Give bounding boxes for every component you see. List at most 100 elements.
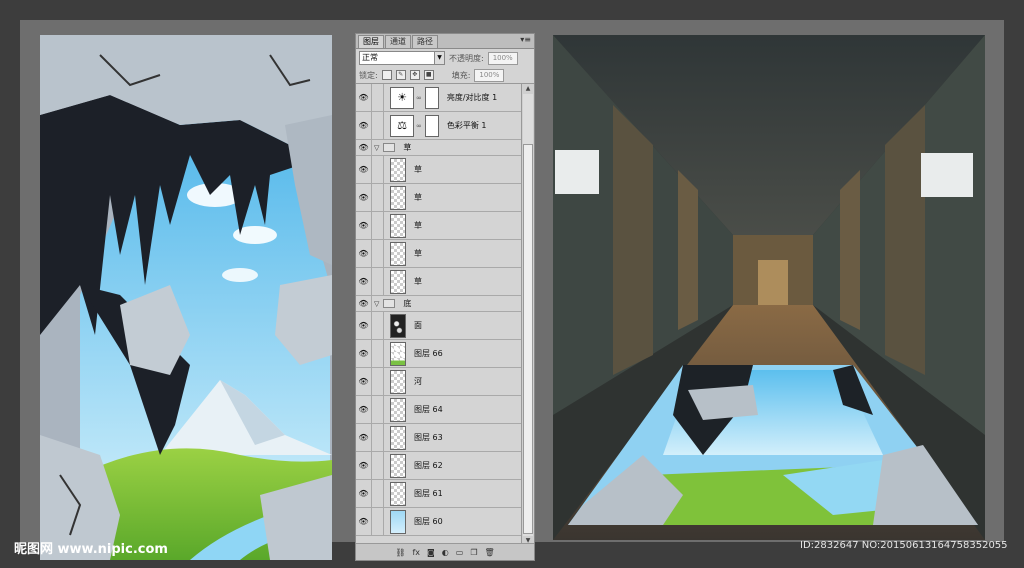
lock-transparency-icon[interactable] <box>381 70 392 80</box>
eye-icon[interactable]: 👁 <box>356 84 372 111</box>
image-id-text: ID:2832647 NO:20150613164758352055 <box>800 540 1008 551</box>
folder-icon <box>383 299 396 308</box>
layer-thumbnail <box>390 157 406 182</box>
layer-group-row[interactable]: 👁 ▽ 草 <box>356 140 522 156</box>
layer-row[interactable]: 👁 ⚖ ∞ 色彩平衡 1 <box>356 112 522 140</box>
layer-row[interactable]: 👁 图层 63 <box>356 424 522 452</box>
lock-move-icon[interactable]: ✥ <box>409 70 420 80</box>
layer-name: 图层 62 <box>414 461 443 470</box>
fill-field[interactable]: 100% <box>474 68 505 82</box>
tab-channels[interactable]: 通道 <box>385 35 411 48</box>
layer-thumbnail <box>390 341 406 366</box>
opacity-field[interactable]: 100% <box>487 51 518 65</box>
lock-label: 锁定: <box>359 70 378 80</box>
chain-icon: ∞ <box>416 121 422 130</box>
layer-name: 色彩平衡 1 <box>446 121 487 130</box>
expand-triangle-icon[interactable]: ▽ <box>374 144 379 152</box>
layer-row[interactable]: 👁 图层 64 <box>356 396 522 424</box>
layer-group-row[interactable]: 👁 ▽ 底 <box>356 296 522 312</box>
layer-row[interactable]: 👁 图层 60 <box>356 508 522 536</box>
eye-icon[interactable]: 👁 <box>356 396 372 423</box>
eye-icon[interactable]: 👁 <box>356 112 372 139</box>
lock-paint-icon[interactable]: ✎ <box>395 70 406 80</box>
layer-row[interactable]: 👁 图层 61 <box>356 480 522 508</box>
layer-row[interactable]: 👁 草 <box>356 268 522 296</box>
layer-name: 图层 60 <box>414 517 443 526</box>
layer-row[interactable]: 👁 草 <box>356 240 522 268</box>
eye-icon[interactable]: 👁 <box>356 340 372 367</box>
mask-icon[interactable]: ◙ <box>427 548 435 557</box>
layers-list: 👁 ☀ ∞ 亮度/对比度 1 👁 ⚖ ∞ 色彩平衡 1 👁 ▽ 草 👁 草 👁 <box>356 84 522 546</box>
layer-row[interactable]: 👁 面 <box>356 312 522 340</box>
panel-tabs: 图层 通道 路径 ▾≡ <box>356 34 534 49</box>
eye-icon[interactable]: 👁 <box>356 296 372 311</box>
eye-icon[interactable]: 👁 <box>356 156 372 183</box>
layer-mask-thumbnail <box>424 114 439 137</box>
balance-icon: ⚖ <box>390 114 414 137</box>
eye-icon[interactable]: 👁 <box>356 480 372 507</box>
eye-icon[interactable]: 👁 <box>356 140 372 155</box>
blend-row: 正常 ▼ 不透明度: 100% <box>356 49 534 67</box>
eye-icon[interactable]: 👁 <box>356 312 372 339</box>
eye-icon[interactable]: 👁 <box>356 424 372 451</box>
layer-thumbnail <box>390 369 406 394</box>
scroll-up-icon[interactable]: ▲ <box>522 84 534 94</box>
layer-thumbnail <box>390 213 406 238</box>
layer-name: 草 <box>414 193 422 202</box>
layer-row[interactable]: 👁 草 <box>356 156 522 184</box>
folder-icon[interactable]: ▭ <box>456 548 464 557</box>
layer-thumbnail <box>390 453 406 478</box>
eye-icon[interactable]: 👁 <box>356 452 372 479</box>
adjustment-icon[interactable]: ◐ <box>442 548 449 557</box>
layer-row[interactable]: 👁 图层 62 <box>356 452 522 480</box>
lock-all-icon[interactable]: ■ <box>423 70 434 80</box>
fx-icon[interactable]: fx <box>412 548 420 557</box>
blend-mode-value: 正常 <box>362 53 378 62</box>
layer-row[interactable]: 👁 ☀ ∞ 亮度/对比度 1 <box>356 84 522 112</box>
layer-thumbnail <box>390 397 406 422</box>
sun-icon: ☀ <box>390 86 414 109</box>
layer-thumbnail <box>390 241 406 266</box>
layer-name: 图层 64 <box>414 405 443 414</box>
new-layer-icon[interactable]: ❐ <box>470 548 477 557</box>
eye-icon[interactable]: 👁 <box>356 240 372 267</box>
opacity-label: 不透明度: <box>449 53 484 63</box>
layer-name: 图层 66 <box>414 349 443 358</box>
expand-triangle-icon[interactable]: ▽ <box>374 300 379 308</box>
layer-thumbnail <box>390 425 406 450</box>
eye-icon[interactable]: 👁 <box>356 268 372 295</box>
layer-name: 亮度/对比度 1 <box>446 93 498 102</box>
link-icon[interactable]: ⛓ <box>395 548 405 557</box>
group-name: 草 <box>403 143 412 152</box>
layer-row[interactable]: 👁 图层 66 <box>356 340 522 368</box>
layer-row[interactable]: 👁 河 <box>356 368 522 396</box>
layer-thumbnail <box>390 269 406 294</box>
tab-layers[interactable]: 图层 <box>358 35 384 48</box>
layer-name: 图层 63 <box>414 433 443 442</box>
eye-icon[interactable]: 👁 <box>356 212 372 239</box>
layer-row[interactable]: 👁 草 <box>356 212 522 240</box>
folder-icon <box>383 143 396 152</box>
layer-name: 图层 61 <box>414 489 443 498</box>
layers-scrollbar[interactable]: ▲ ▼ <box>521 84 534 546</box>
eye-icon[interactable]: 👁 <box>356 368 372 395</box>
corridor-render <box>553 35 985 540</box>
layer-name: 草 <box>414 221 422 230</box>
blend-mode-select[interactable]: 正常 ▼ <box>359 51 445 65</box>
trash-icon[interactable]: 🗑 <box>485 548 495 557</box>
layer-mask-thumbnail <box>424 86 439 109</box>
layer-name: 草 <box>414 277 422 286</box>
fill-label: 填充: <box>451 70 471 80</box>
layer-row[interactable]: 👁 草 <box>356 184 522 212</box>
floor-art-design <box>40 35 332 560</box>
eye-icon[interactable]: 👁 <box>356 184 372 211</box>
chevron-down-icon: ▼ <box>434 52 444 64</box>
layer-thumbnail <box>390 481 406 506</box>
eye-icon[interactable]: 👁 <box>356 508 372 535</box>
panel-menu-icon[interactable]: ▾≡ <box>520 35 531 44</box>
layers-panel: 图层 通道 路径 ▾≡ 正常 ▼ 不透明度: 100% 锁定: ✎ ✥ ■ 填充… <box>355 33 535 561</box>
scrollbar-thumb[interactable] <box>523 144 533 534</box>
layer-name: 草 <box>414 165 422 174</box>
tab-paths[interactable]: 路径 <box>412 35 438 48</box>
layer-name: 草 <box>414 249 422 258</box>
